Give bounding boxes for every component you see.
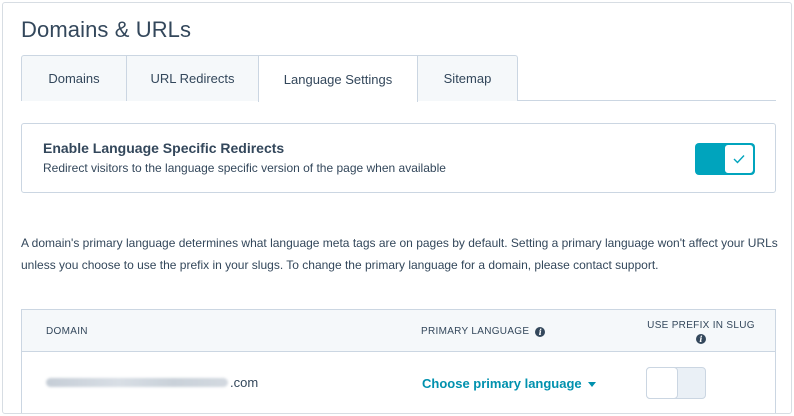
column-header-primary-language-label: PRIMARY LANGUAGE xyxy=(421,326,530,337)
column-header-domain: DOMAIN xyxy=(46,326,88,337)
use-prefix-toggle[interactable] xyxy=(646,367,706,399)
redirect-setting-description: Redirect visitors to the language specif… xyxy=(43,161,446,175)
choose-primary-language-dropdown[interactable]: Choose primary language xyxy=(422,376,596,391)
tab-sitemap[interactable]: Sitemap xyxy=(417,55,518,101)
tab-url-redirects[interactable]: URL Redirects xyxy=(126,55,259,101)
domain-suffix: .com xyxy=(230,375,259,390)
info-icon[interactable]: i xyxy=(696,334,706,344)
info-icon[interactable]: i xyxy=(535,326,546,337)
column-header-use-prefix: USE PREFIX IN SLUG i xyxy=(646,320,756,344)
choose-primary-language-label: Choose primary language xyxy=(422,376,582,391)
tab-language-settings[interactable]: Language Settings xyxy=(258,55,418,102)
column-header-use-prefix-label: USE PREFIX IN SLUG xyxy=(647,320,755,331)
table-row: .com Choose primary language xyxy=(22,353,775,413)
toggle-knob xyxy=(724,144,754,174)
check-icon xyxy=(733,155,745,164)
page-title: Domains & URLs xyxy=(21,17,192,42)
caret-down-icon xyxy=(587,382,596,387)
tab-domains[interactable]: Domains xyxy=(21,55,127,101)
column-header-primary-language: PRIMARY LANGUAGE i xyxy=(421,326,546,337)
primary-language-info: A domain's primary language determines w… xyxy=(21,236,778,272)
table-header: DOMAIN PRIMARY LANGUAGE i USE PREFIX IN … xyxy=(22,310,775,352)
domain-name: .com xyxy=(46,375,258,390)
settings-window: Domains & URLs Domains URL Redirects Lan… xyxy=(2,2,792,414)
toggle-knob xyxy=(646,367,678,399)
language-redirect-card: Enable Language Specific Redirects Redir… xyxy=(21,123,776,193)
redirect-setting-title: Enable Language Specific Redirects xyxy=(43,140,285,156)
redacted-domain xyxy=(46,378,228,387)
language-redirect-toggle[interactable] xyxy=(695,143,755,175)
tab-bar: Domains URL Redirects Language Settings … xyxy=(21,55,776,102)
domains-language-table: DOMAIN PRIMARY LANGUAGE i USE PREFIX IN … xyxy=(21,309,776,413)
